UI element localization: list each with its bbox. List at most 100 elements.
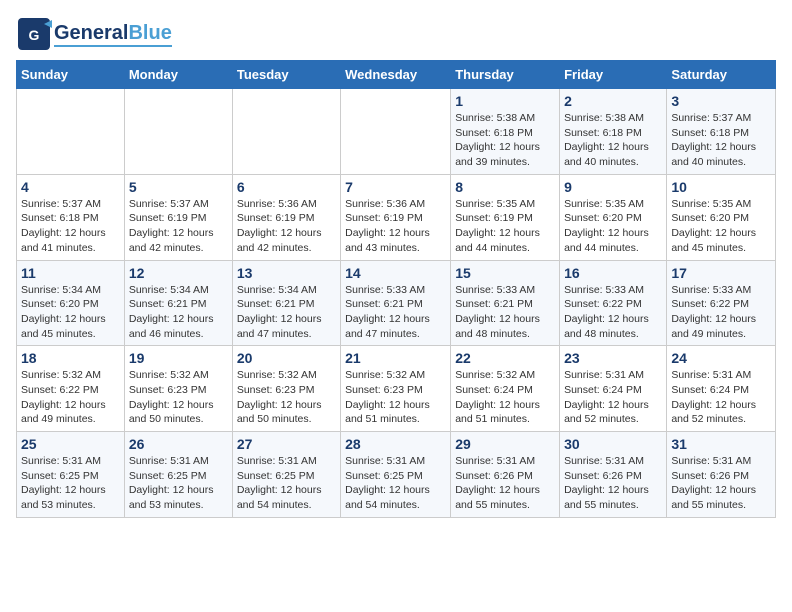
day-cell: 29 Sunrise: 5:31 AM Sunset: 6:26 PM Dayli… [451,432,560,518]
day-info: Sunrise: 5:31 AM Sunset: 6:26 PM Dayligh… [564,454,662,513]
day-number: 23 [564,350,662,366]
day-number: 14 [345,265,446,281]
day-cell: 8Sunrise: 5:35 AM Sunset: 6:19 PM Daylig… [451,174,560,260]
day-info: Sunrise: 5:34 AM Sunset: 6:20 PM Dayligh… [21,283,120,342]
day-info: Sunrise: 5:31 AM Sunset: 6:26 PM Dayligh… [671,454,771,513]
svg-text:G: G [29,27,40,43]
column-header-sunday: Sunday [17,61,125,89]
day-number: 27 [237,436,336,452]
day-info: Sunrise: 5:31 AM Sunset: 6:24 PM Dayligh… [671,368,771,427]
day-number: 26 [129,436,228,452]
day-cell [17,89,125,175]
day-cell: 31 Sunrise: 5:31 AM Sunset: 6:26 PM Dayli… [667,432,776,518]
day-cell: 26Sunrise: 5:31 AM Sunset: 6:25 PM Dayli… [124,432,232,518]
day-cell: 10 Sunrise: 5:35 AM Sunset: 6:20 PM Dayli… [667,174,776,260]
day-number: 6 [237,179,336,195]
day-number: 13 [237,265,336,281]
day-info: Sunrise: 5:35 AM Sunset: 6:20 PM Dayligh… [564,197,662,256]
day-cell: 5 Sunrise: 5:37 AM Sunset: 6:19 PM Daylig… [124,174,232,260]
day-number: 20 [237,350,336,366]
day-number: 25 [21,436,120,452]
day-number: 2 [564,93,662,109]
day-info: Sunrise: 5:31 AM Sunset: 6:24 PM Dayligh… [564,368,662,427]
day-number: 3 [671,93,771,109]
day-cell [341,89,451,175]
day-number: 28 [345,436,446,452]
day-cell: 28 Sunrise: 5:31 AM Sunset: 6:25 PM Dayli… [341,432,451,518]
day-cell: 12 Sunrise: 5:34 AM Sunset: 6:21 PM Dayli… [124,260,232,346]
day-cell: 7 Sunrise: 5:36 AM Sunset: 6:19 PM Daylig… [341,174,451,260]
day-info: Sunrise: 5:31 AM Sunset: 6:25 PM Dayligh… [21,454,120,513]
day-number: 29 [455,436,555,452]
day-number: 22 [455,350,555,366]
day-info: Sunrise: 5:37 AM Sunset: 6:18 PM Dayligh… [21,197,120,256]
day-cell: 21 Sunrise: 5:32 AM Sunset: 6:23 PM Dayli… [341,346,451,432]
day-cell: 9 Sunrise: 5:35 AM Sunset: 6:20 PM Daylig… [560,174,667,260]
day-number: 1 [455,93,555,109]
day-cell: 18 Sunrise: 5:32 AM Sunset: 6:22 PM Dayli… [17,346,125,432]
day-number: 31 [671,436,771,452]
logo-icon: G [16,16,52,52]
day-info: Sunrise: 5:32 AM Sunset: 6:22 PM Dayligh… [21,368,120,427]
day-info: Sunrise: 5:35 AM Sunset: 6:20 PM Dayligh… [671,197,771,256]
day-cell: 14 Sunrise: 5:33 AM Sunset: 6:21 PM Dayli… [341,260,451,346]
day-cell: 24 Sunrise: 5:31 AM Sunset: 6:24 PM Dayli… [667,346,776,432]
column-header-friday: Friday [560,61,667,89]
logo-text: GeneralBlue [54,22,172,45]
day-number: 8 [455,179,555,195]
day-info: Sunrise: 5:33 AM Sunset: 6:21 PM Dayligh… [345,283,446,342]
day-number: 7 [345,179,446,195]
day-info: Sunrise: 5:36 AM Sunset: 6:19 PM Dayligh… [345,197,446,256]
day-cell: 25 Sunrise: 5:31 AM Sunset: 6:25 PM Dayli… [17,432,125,518]
day-cell: 22 Sunrise: 5:32 AM Sunset: 6:24 PM Dayli… [451,346,560,432]
week-row-1: 1 Sunrise: 5:38 AM Sunset: 6:18 PM Daylig… [17,89,776,175]
day-info: Sunrise: 5:32 AM Sunset: 6:23 PM Dayligh… [237,368,336,427]
column-header-saturday: Saturday [667,61,776,89]
day-number: 9 [564,179,662,195]
week-row-2: 4 Sunrise: 5:37 AM Sunset: 6:18 PM Daylig… [17,174,776,260]
day-info: Sunrise: 5:33 AM Sunset: 6:22 PM Dayligh… [671,283,771,342]
header-row: SundayMondayTuesdayWednesdayThursdayFrid… [17,61,776,89]
day-info: Sunrise: 5:34 AM Sunset: 6:21 PM Dayligh… [129,283,228,342]
day-number: 10 [671,179,771,195]
day-number: 30 [564,436,662,452]
day-info: Sunrise: 5:31 AM Sunset: 6:25 PM Dayligh… [237,454,336,513]
day-cell: 13Sunrise: 5:34 AM Sunset: 6:21 PM Dayli… [232,260,340,346]
day-number: 16 [564,265,662,281]
day-number: 11 [21,265,120,281]
day-cell: 6 Sunrise: 5:36 AM Sunset: 6:19 PM Daylig… [232,174,340,260]
day-cell [124,89,232,175]
calendar-table: SundayMondayTuesdayWednesdayThursdayFrid… [16,60,776,518]
week-row-3: 11 Sunrise: 5:34 AM Sunset: 6:20 PM Dayli… [17,260,776,346]
day-cell: 17Sunrise: 5:33 AM Sunset: 6:22 PM Dayli… [667,260,776,346]
week-row-5: 25 Sunrise: 5:31 AM Sunset: 6:25 PM Dayli… [17,432,776,518]
day-cell [232,89,340,175]
day-info: Sunrise: 5:32 AM Sunset: 6:23 PM Dayligh… [345,368,446,427]
day-number: 5 [129,179,228,195]
day-number: 21 [345,350,446,366]
day-number: 24 [671,350,771,366]
day-info: Sunrise: 5:31 AM Sunset: 6:25 PM Dayligh… [345,454,446,513]
day-info: Sunrise: 5:36 AM Sunset: 6:19 PM Dayligh… [237,197,336,256]
day-number: 12 [129,265,228,281]
column-header-monday: Monday [124,61,232,89]
day-info: Sunrise: 5:31 AM Sunset: 6:26 PM Dayligh… [455,454,555,513]
day-info: Sunrise: 5:33 AM Sunset: 6:21 PM Dayligh… [455,283,555,342]
day-info: Sunrise: 5:37 AM Sunset: 6:18 PM Dayligh… [671,111,771,170]
day-info: Sunrise: 5:33 AM Sunset: 6:22 PM Dayligh… [564,283,662,342]
day-info: Sunrise: 5:37 AM Sunset: 6:19 PM Dayligh… [129,197,228,256]
day-cell: 2Sunrise: 5:38 AM Sunset: 6:18 PM Daylig… [560,89,667,175]
day-number: 15 [455,265,555,281]
day-cell: 27 Sunrise: 5:31 AM Sunset: 6:25 PM Dayli… [232,432,340,518]
day-cell: 1 Sunrise: 5:38 AM Sunset: 6:18 PM Daylig… [451,89,560,175]
day-info: Sunrise: 5:32 AM Sunset: 6:24 PM Dayligh… [455,368,555,427]
day-number: 4 [21,179,120,195]
column-header-wednesday: Wednesday [341,61,451,89]
day-cell: 16 Sunrise: 5:33 AM Sunset: 6:22 PM Dayli… [560,260,667,346]
day-info: Sunrise: 5:38 AM Sunset: 6:18 PM Dayligh… [455,111,555,170]
day-cell: 20 Sunrise: 5:32 AM Sunset: 6:23 PM Dayli… [232,346,340,432]
day-number: 19 [129,350,228,366]
day-cell: 23 Sunrise: 5:31 AM Sunset: 6:24 PM Dayli… [560,346,667,432]
day-number: 18 [21,350,120,366]
day-cell: 4 Sunrise: 5:37 AM Sunset: 6:18 PM Daylig… [17,174,125,260]
